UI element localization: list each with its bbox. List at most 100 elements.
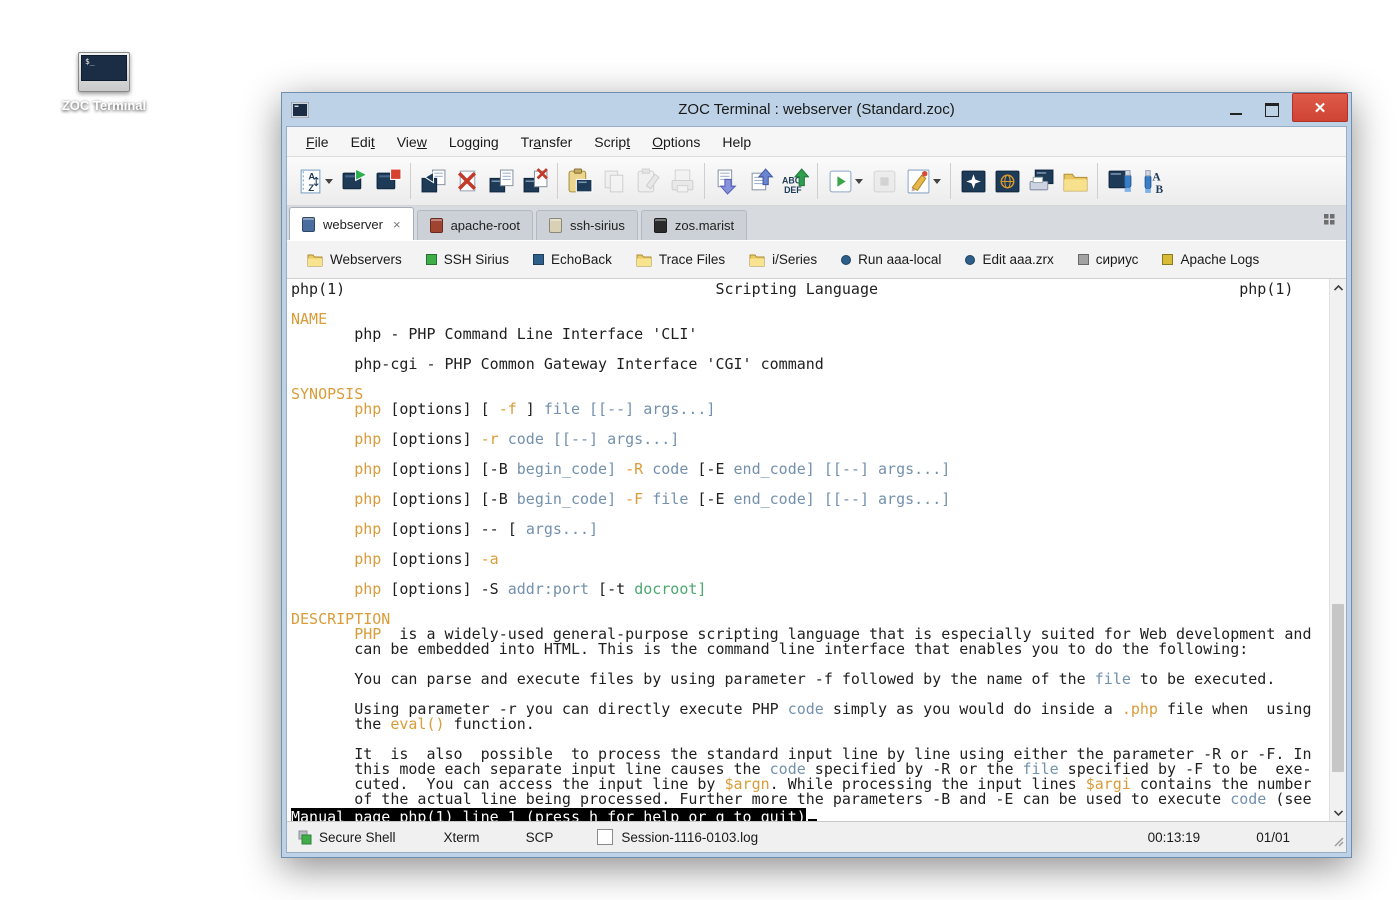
quick-button-echoback[interactable]: EchoBack [521, 241, 624, 278]
font-tool-icon[interactable]: AB [1137, 164, 1171, 198]
tab-strip: webserver× apache-root ssh-siriuszos.maris… [287, 206, 1346, 240]
square-icon [426, 254, 437, 265]
square-icon [1078, 254, 1089, 265]
stop-script-icon [867, 164, 901, 198]
terminal-screen[interactable]: php(1) Scripting Language php(1) NAME ph… [287, 279, 1329, 821]
session-timer: 00:13:19 [1148, 830, 1201, 845]
folder-icon [636, 253, 652, 267]
folder-icon [307, 253, 323, 267]
disconnect-icon[interactable] [371, 164, 405, 198]
menu-options[interactable]: Options [641, 134, 711, 150]
quick-button-label: Webservers [330, 252, 402, 267]
session-type-icon [302, 217, 315, 232]
tab-apache-root[interactable]: apache-root [417, 210, 533, 240]
scrollbar[interactable] [1329, 279, 1346, 821]
print-screen-icon[interactable] [1024, 164, 1058, 198]
connection-label: Secure Shell [319, 830, 396, 845]
quick-button-i-series[interactable]: i/Series [737, 241, 829, 278]
terminal-line: php [options] -- [ args...] [291, 522, 1329, 537]
terminal-line: php - PHP Command Line Interface 'CLI' [291, 327, 1329, 342]
open-folder-icon[interactable] [1058, 164, 1092, 198]
desktop-icon-label: ZOC Terminal [52, 98, 156, 113]
toolbar-separator [557, 163, 558, 199]
download-icon[interactable] [710, 164, 744, 198]
scroll-up-icon[interactable] [1330, 279, 1347, 296]
close-button[interactable]: ✕ [1292, 93, 1348, 122]
dropdown-arrow-icon[interactable] [325, 179, 333, 184]
tab-label: apache-root [451, 218, 520, 233]
quick-button-label: Run aaa-local [858, 252, 941, 267]
quick-button-edit-aaa-zrx[interactable]: Edit aaa.zrx [953, 241, 1065, 278]
host-directory-icon[interactable]: AZ [293, 164, 327, 198]
square-icon [533, 254, 544, 265]
toolbar-separator [704, 163, 705, 199]
quick-button-trace-files[interactable]: Trace Files [624, 241, 737, 278]
menu-view[interactable]: View [386, 134, 438, 150]
secure-shell-icon [297, 830, 312, 845]
tab-ssh-sirius[interactable]: ssh-sirius [536, 210, 638, 240]
log-filename: Session-1116-0103.log [621, 830, 758, 845]
log-checkbox[interactable] [597, 829, 613, 845]
tab-webserver[interactable]: webserver× [289, 207, 414, 240]
toolbar-separator [410, 163, 411, 199]
quick-button-run-aaa-local[interactable]: Run aaa-local [829, 241, 953, 278]
highlight-icon[interactable] [1103, 164, 1137, 198]
tab-close-icon[interactable]: × [393, 218, 401, 231]
terminal-area: php(1) Scripting Language php(1) NAME ph… [287, 279, 1346, 822]
connection-status: Secure Shell [297, 830, 396, 845]
terminal-line: You can parse and execute files by using… [291, 672, 1329, 687]
terminal-line: php(1) Scripting Language php(1) [291, 282, 1329, 297]
send-text-icon[interactable]: ABCDEF [778, 164, 812, 198]
maximize-button[interactable] [1254, 93, 1290, 126]
session-document-icon[interactable] [484, 164, 518, 198]
tab-layout-grid-icon[interactable] [1323, 213, 1336, 231]
dropdown-arrow-icon[interactable] [933, 179, 941, 184]
scroll-down-icon[interactable] [1330, 804, 1347, 821]
paste-clipboard-icon[interactable] [563, 164, 597, 198]
menu-transfer[interactable]: Transfer [510, 134, 584, 150]
scrollbar-thumb[interactable] [1332, 604, 1344, 772]
desktop-icon-zoc-terminal[interactable]: $_ ZOC Terminal [52, 52, 156, 113]
status-bar: Secure Shell Xterm SCP Session-1116-0103… [287, 822, 1346, 852]
protocol-status[interactable]: SCP [526, 830, 554, 845]
menu-file[interactable]: File [295, 134, 340, 150]
dot-icon [841, 255, 851, 265]
restart-session-icon[interactable] [416, 164, 450, 198]
session-overview-icon[interactable] [990, 164, 1024, 198]
minimize-button[interactable] [1218, 93, 1254, 126]
session-log-toggle[interactable]: Session-1116-0103.log [597, 829, 758, 845]
quick-button-label: Edit aaa.zrx [982, 252, 1053, 267]
quick-button-ssh-sirius[interactable]: SSH Sirius [414, 241, 521, 278]
terminal-line: php [options] -a [291, 552, 1329, 567]
session-type-icon [654, 218, 667, 233]
menu-logging[interactable]: Logging [438, 134, 510, 150]
dot-icon [965, 255, 975, 265]
title-bar[interactable]: ZOC Terminal : webserver (Standard.zoc) … [282, 93, 1351, 126]
menu-script[interactable]: Script [583, 134, 641, 150]
run-script-icon[interactable] [823, 164, 857, 198]
menu-edit[interactable]: Edit [340, 134, 386, 150]
terminal-line [291, 297, 1329, 312]
terminal-line: php [options] [-B begin_code] -R code [-… [291, 462, 1329, 477]
close-document-icon[interactable] [518, 164, 552, 198]
terminal-line: the eval() function. [291, 717, 1329, 732]
svg-text:A: A [308, 171, 315, 181]
fullscreen-icon[interactable] [956, 164, 990, 198]
desktop-background: $_ ZOC Terminal ZOC Terminal : webserver… [0, 0, 1400, 900]
resize-grip[interactable] [1332, 835, 1344, 850]
menu-help[interactable]: Help [711, 134, 762, 150]
dropdown-arrow-icon[interactable] [855, 179, 863, 184]
terminal-status-line: Manual page php(1) line 1 (press h for h… [291, 807, 1329, 821]
terminal-line: can be embedded into HTML. This is the c… [291, 642, 1329, 657]
quick-button-label: сириус [1096, 252, 1139, 267]
tab-zos-marist[interactable]: zos.marist [641, 210, 747, 240]
connect-icon[interactable] [337, 164, 371, 198]
edit-script-icon[interactable] [901, 164, 935, 198]
upload-icon[interactable] [744, 164, 778, 198]
quick-button-apache-logs[interactable]: Apache Logs [1150, 241, 1271, 278]
terminal-line: php [options] -r code [[--] args...] [291, 432, 1329, 447]
quick-button-webservers[interactable]: Webservers [295, 241, 414, 278]
delete-session-icon[interactable] [450, 164, 484, 198]
emulation-status[interactable]: Xterm [444, 830, 480, 845]
quick-button-сириус[interactable]: сириус [1066, 241, 1151, 278]
